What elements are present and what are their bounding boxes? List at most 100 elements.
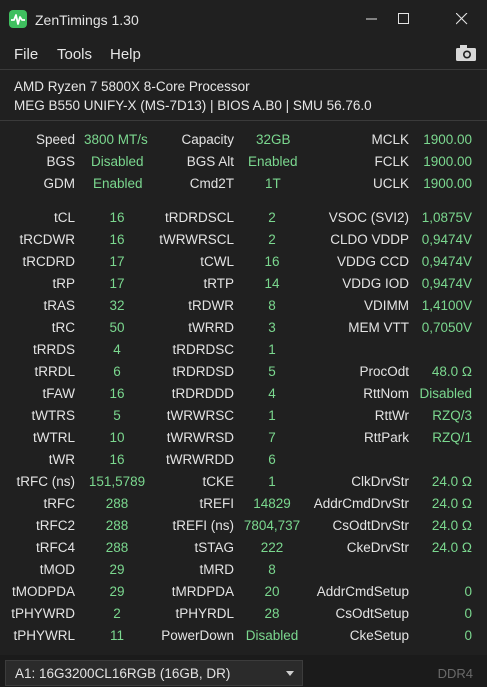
menu-file[interactable]: File	[14, 46, 38, 63]
col2-label: tCKE	[202, 474, 234, 489]
col1-value: 11	[109, 628, 124, 643]
col1-label: tWTRL	[33, 430, 75, 445]
col1-label: tFAW	[42, 386, 76, 401]
screenshot-camera-icon[interactable]	[455, 44, 477, 62]
app-icon	[9, 10, 27, 28]
col2-label: tSTAG	[194, 540, 234, 555]
cmd2t-label: Cmd2T	[189, 176, 234, 191]
col2-value: 6	[268, 452, 276, 467]
col3-label: MEM VTT	[348, 320, 409, 335]
col1-label: tRCDRD	[22, 254, 76, 269]
col1-value: 29	[109, 562, 125, 577]
capacity-value: 32GB	[256, 132, 291, 147]
col2-label: tREFI	[199, 496, 234, 511]
col3-value: RZQ/3	[432, 408, 472, 423]
col1-label: tRFC	[43, 496, 76, 511]
col3-value: 0,9474V	[421, 276, 472, 291]
col2-value: 8	[268, 298, 276, 313]
col3-label: CkeSetup	[349, 628, 409, 643]
col2-label: tRDRDDD	[171, 386, 234, 401]
col1-value: 2	[113, 606, 121, 621]
col1-value: 16	[109, 210, 125, 225]
col2-label: tWRRD	[188, 320, 234, 335]
col1-value: 50	[109, 320, 125, 335]
col3-label: VDIMM	[364, 298, 409, 313]
window-title: ZenTimings 1.30	[35, 12, 139, 28]
col3-label: RttPark	[363, 430, 409, 445]
col3-label: AddrCmdSetup	[316, 584, 409, 599]
info-separator	[0, 120, 487, 121]
menu-tools[interactable]: Tools	[57, 46, 92, 63]
col1-value: 10	[109, 430, 125, 445]
col2-label: tWRWRSCL	[159, 232, 234, 247]
col2-value: 8	[268, 562, 276, 577]
col1-label: tCL	[53, 210, 75, 225]
menu-separator	[0, 69, 487, 70]
col3-label: ClkDrvStr	[351, 474, 409, 489]
col2-label: tPHYRDL	[175, 606, 234, 621]
col1-label: tMODPDA	[11, 584, 75, 599]
col2-label: tMRDPDA	[171, 584, 234, 599]
col2-label: tMRD	[199, 562, 235, 577]
menu-help[interactable]: Help	[110, 46, 141, 63]
col1-value: 29	[109, 584, 125, 599]
col1-value: 288	[105, 518, 129, 533]
col2-value: 20	[264, 584, 280, 599]
col2-value: 7804,737	[243, 518, 301, 533]
col3-label: CLDO VDDP	[330, 232, 409, 247]
col1-value: 17	[109, 276, 125, 291]
col3-label: CsOdtDrvStr	[332, 518, 409, 533]
col1-label: tWR	[48, 452, 75, 467]
chevron-down-icon	[286, 671, 294, 676]
maximize-button[interactable]	[381, 0, 427, 38]
close-icon	[456, 13, 468, 25]
col1-label: tRC	[51, 320, 75, 335]
col1-value: 4	[113, 342, 121, 357]
col2-label: PowerDown	[161, 628, 234, 643]
col1-label: tRP	[52, 276, 75, 291]
col3-label: AddrCmdDrvStr	[313, 496, 409, 511]
bgs-label: BGS	[46, 154, 75, 169]
col3-value: 0,7050V	[421, 320, 472, 335]
col2-value: 7	[268, 430, 276, 445]
col1-label: tRAS	[43, 298, 75, 313]
col2-label: tRDWR	[188, 298, 234, 313]
col3-value: 0	[464, 606, 472, 621]
title-bar[interactable]: ZenTimings 1.30	[0, 0, 487, 38]
col1-label: tRFC (ns)	[16, 474, 76, 489]
col1-value: 32	[109, 298, 125, 313]
col1-value: 5	[113, 408, 121, 423]
close-button[interactable]	[439, 0, 485, 38]
speed-value: 3800 MT/s	[84, 132, 148, 147]
col2-value: 1	[268, 408, 276, 423]
col1-label: tPHYWRL	[13, 628, 75, 643]
col2-label: tRDRDSC	[172, 342, 234, 357]
col2-value: 28	[264, 606, 280, 621]
col2-value: 2	[268, 232, 276, 247]
col3-value: 24.0 Ω	[431, 518, 472, 533]
col3-label: CsOdtSetup	[335, 606, 409, 621]
uclk-label: UCLK	[372, 176, 409, 191]
uclk-value: 1900.00	[423, 176, 472, 191]
dimm-select[interactable]: A1: 16G3200CL16RGB (16GB, DR)	[5, 660, 303, 686]
memory-type: DDR4	[437, 666, 473, 681]
col1-label: tWTRS	[31, 408, 76, 423]
col3-value: 0	[464, 628, 472, 643]
col1-value: 151,5789	[88, 474, 146, 489]
col3-value: 24.0 Ω	[431, 474, 472, 489]
col1-label: tRRDL	[34, 364, 75, 379]
col2-label: tWRWRDD	[166, 452, 234, 467]
col2-value: 5	[268, 364, 276, 379]
col1-label: tRCDWR	[19, 232, 76, 247]
col1-label: tPHYWRD	[11, 606, 75, 621]
col3-value: 48.0 Ω	[431, 364, 472, 379]
col1-label: tRRDS	[32, 342, 75, 357]
col3-label: VSOC (SVI2)	[328, 210, 409, 225]
bgsalt-value: Enabled	[248, 154, 298, 169]
col2-label: tCWL	[200, 254, 234, 269]
col3-value: 0,9474V	[421, 254, 472, 269]
col1-label: tRFC2	[35, 518, 75, 533]
col3-value: 0,9474V	[421, 232, 472, 247]
col1-value: 16	[109, 386, 125, 401]
bgs-value: Disabled	[91, 154, 144, 169]
